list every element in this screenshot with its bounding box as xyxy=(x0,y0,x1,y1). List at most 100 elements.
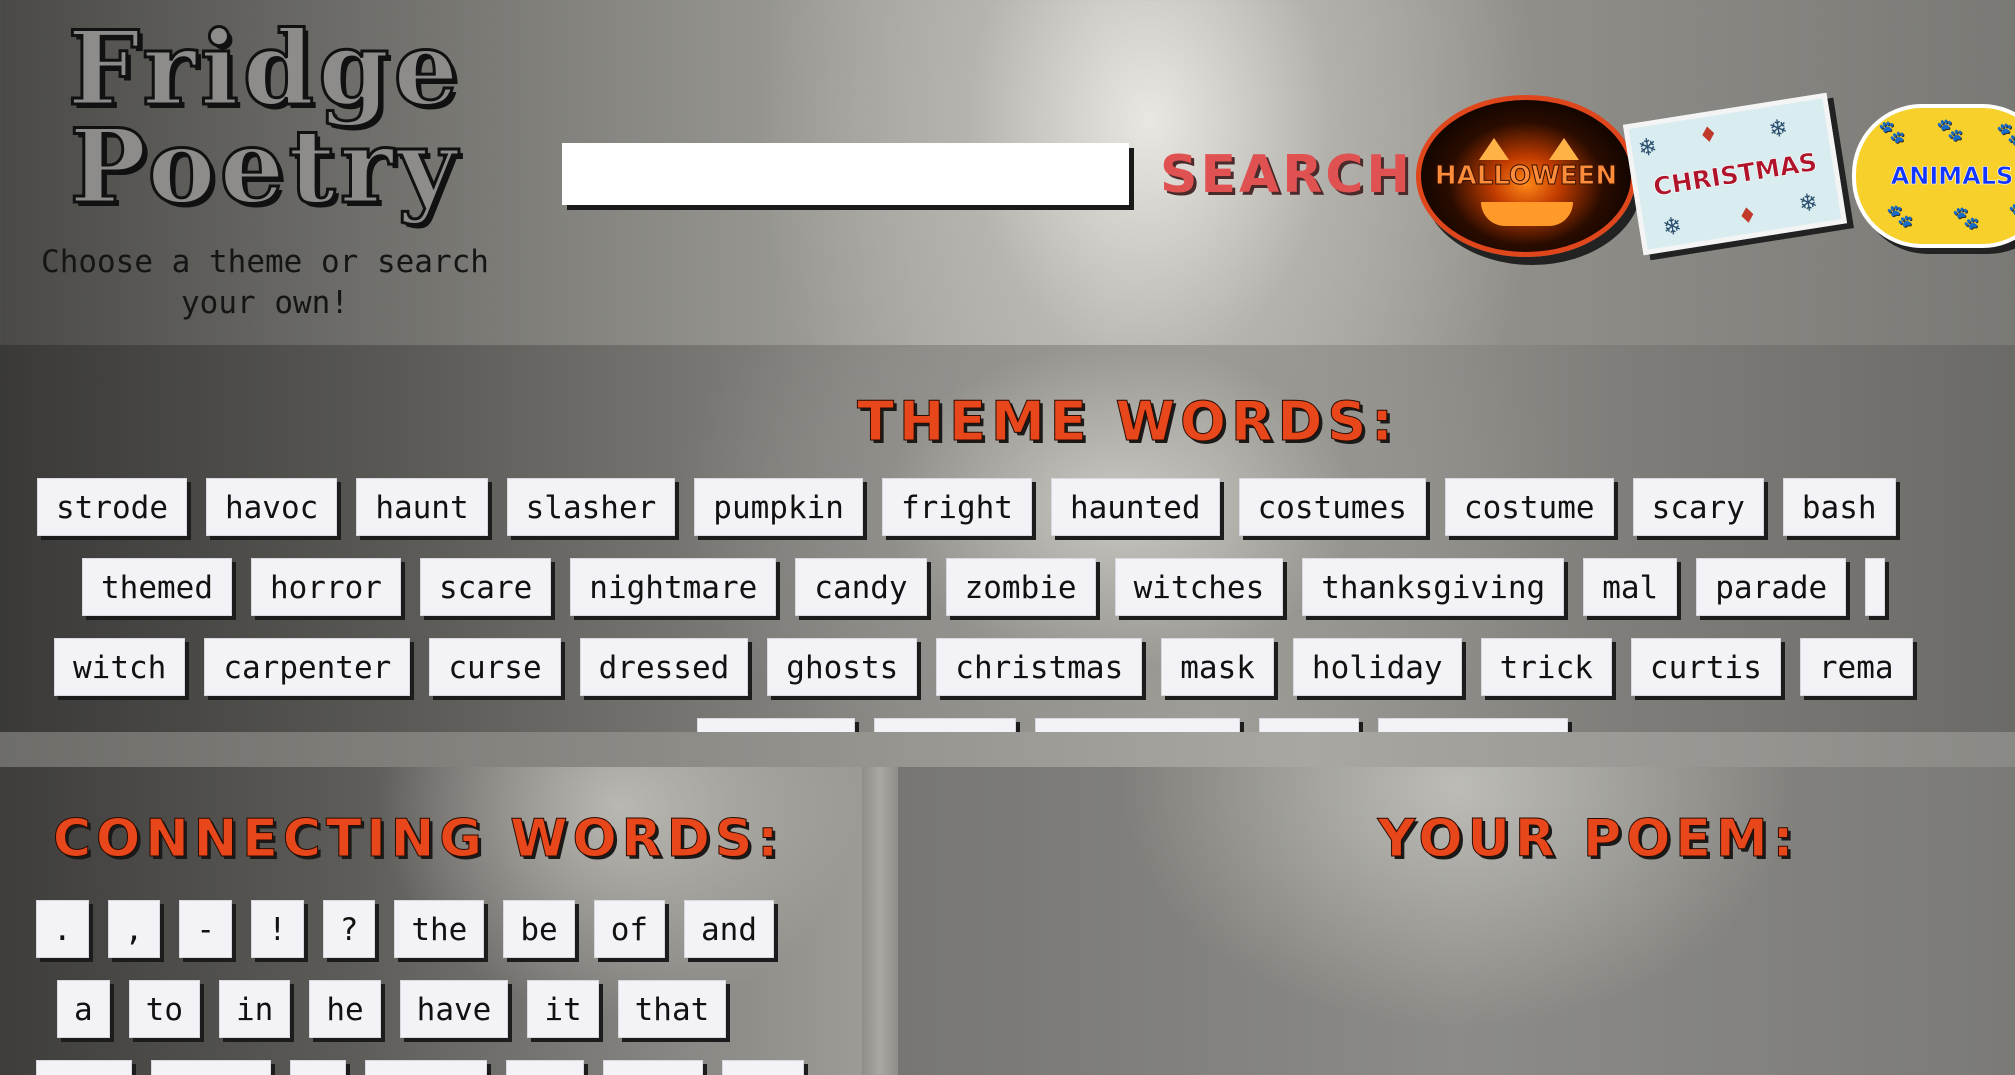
theme-word-tile[interactable]: nightmare xyxy=(570,558,777,616)
tagline: Choose a theme or search your own! xyxy=(5,242,525,324)
theme-word-tile[interactable]: parade xyxy=(1696,558,1847,616)
connecting-word-row: a to in he have it that xyxy=(57,980,745,1038)
theme-word-row-partial xyxy=(697,718,1587,732)
connecting-word-tile-hidden[interactable] xyxy=(365,1060,487,1075)
animal-icon: 🐾 xyxy=(1996,122,2015,147)
connecting-word-tile[interactable]: that xyxy=(617,980,727,1038)
theme-button-halloween[interactable]: HALLOWEEN xyxy=(1416,95,1636,257)
connecting-word-tile-hidden[interactable] xyxy=(506,1060,584,1075)
theme-word-tile[interactable]: thanksgiving xyxy=(1302,558,1565,616)
connecting-word-tile[interactable]: have xyxy=(399,980,509,1038)
theme-word-tile[interactable]: scare xyxy=(419,558,552,616)
connecting-word-tile[interactable]: in xyxy=(219,980,291,1038)
theme-word-tile[interactable]: costume xyxy=(1444,478,1614,536)
theme-word-tile[interactable]: haunt xyxy=(356,478,488,536)
ornament-icon: ♦ xyxy=(1698,119,1719,152)
reindeer-icon: ❄ xyxy=(1768,112,1789,145)
connecting-word-tile-hidden[interactable] xyxy=(603,1060,703,1075)
theme-word-tile[interactable]: pumpkin xyxy=(694,478,863,536)
animal-icon: 🐾 xyxy=(2008,202,2015,227)
connecting-word-tile[interactable]: ? xyxy=(322,900,376,958)
theme-word-tile-cutoff[interactable] xyxy=(1865,558,1886,616)
theme-word-row: themed horror scare nightmare candy zomb… xyxy=(82,558,1904,616)
theme-word-row: strode havoc haunt slasher pumpkin frigh… xyxy=(37,478,1915,536)
connecting-word-tile[interactable]: - xyxy=(179,900,233,958)
theme-button-animals[interactable]: 🐾 🐾 🐾 🐾 🐾 🐾 ANIMALS xyxy=(1852,104,2015,248)
header: Fridge Poetry Choose a theme or search y… xyxy=(0,0,2015,345)
theme-word-tile[interactable]: rema xyxy=(1799,638,1913,696)
theme-word-tile[interactable]: haunted xyxy=(1050,478,1220,536)
search-button[interactable]: SEARCH xyxy=(1160,145,1413,205)
connecting-word-tile[interactable]: it xyxy=(527,980,599,1038)
connecting-word-tile[interactable]: he xyxy=(309,980,381,1038)
connecting-word-row-partial xyxy=(36,1060,823,1075)
theme-word-tile[interactable]: scary xyxy=(1632,478,1764,536)
theme-word-tile[interactable]: dressed xyxy=(579,638,749,696)
connecting-word-tile[interactable]: be xyxy=(503,900,575,958)
connecting-word-tile[interactable]: a xyxy=(57,980,110,1038)
theme-word-tile-hidden[interactable] xyxy=(874,718,1016,732)
theme-word-tile[interactable]: witches xyxy=(1114,558,1284,616)
section-divider xyxy=(0,732,2015,767)
connecting-word-row: . , - ! ? the be of and xyxy=(36,900,793,958)
animal-icon: 🐾 xyxy=(1952,206,1980,231)
connecting-word-tile-hidden[interactable] xyxy=(290,1060,346,1075)
pumpkin-eye-icon xyxy=(1549,138,1579,160)
theme-word-tile[interactable]: christmas xyxy=(936,638,1143,696)
connecting-word-tile-hidden[interactable] xyxy=(151,1060,271,1075)
theme-word-tile[interactable]: horror xyxy=(250,558,401,616)
theme-word-tile[interactable]: curse xyxy=(429,638,561,696)
connecting-word-tile[interactable]: the xyxy=(394,900,485,958)
theme-word-tile[interactable]: carpenter xyxy=(204,638,411,696)
theme-word-tile[interactable]: holiday xyxy=(1292,638,1462,696)
title-line-1: Fridge xyxy=(66,9,463,129)
connecting-words-panel: CONNECTING WORDS: . , - ! ? the be of an… xyxy=(0,767,862,1075)
reindeer-icon: ❄ xyxy=(1798,186,1819,219)
reindeer-icon: ❄ xyxy=(1637,131,1658,164)
animal-icon: 🐾 xyxy=(1936,118,1964,143)
theme-word-tile[interactable]: witch xyxy=(54,638,186,696)
connecting-word-tile[interactable]: and xyxy=(684,900,775,958)
theme-word-tile[interactable]: candy xyxy=(795,558,927,616)
theme-word-tile[interactable]: bash xyxy=(1782,478,1896,536)
theme-word-tile-hidden[interactable] xyxy=(1378,718,1568,732)
search-input[interactable] xyxy=(562,143,1129,205)
theme-word-tile[interactable]: curtis xyxy=(1630,638,1781,696)
tagline-line-2: your own! xyxy=(181,285,349,321)
poem-board[interactable]: YOUR POEM: xyxy=(898,767,2015,1075)
reindeer-icon: ❄ xyxy=(1662,210,1683,243)
tagline-line-1: Choose a theme or search xyxy=(41,244,489,280)
connecting-word-tile[interactable]: ! xyxy=(251,900,304,958)
animal-icon: 🐾 xyxy=(1878,120,1906,145)
title-line-2: Poetry xyxy=(68,107,461,227)
theme-word-tile[interactable]: mal xyxy=(1583,558,1678,616)
theme-word-tile[interactable]: trick xyxy=(1480,638,1612,696)
theme-word-tile[interactable]: ghosts xyxy=(767,638,918,696)
connecting-word-tile[interactable]: to xyxy=(128,980,200,1038)
theme-word-tile-hidden[interactable] xyxy=(1259,718,1359,732)
ornament-icon: ♦ xyxy=(1737,200,1758,233)
connecting-word-tile[interactable]: . xyxy=(36,900,89,958)
panel-gap xyxy=(862,767,898,1075)
theme-word-tile[interactable]: slasher xyxy=(506,478,676,536)
theme-word-tile[interactable]: fright xyxy=(881,478,1032,536)
theme-word-tile-hidden[interactable] xyxy=(1035,718,1240,732)
animal-icon: 🐾 xyxy=(1886,204,1914,229)
your-poem-heading: YOUR POEM: xyxy=(1377,809,1799,870)
theme-word-tile-hidden[interactable] xyxy=(697,718,855,732)
theme-word-tile[interactable]: zombie xyxy=(945,558,1096,616)
connecting-word-tile-hidden[interactable] xyxy=(36,1060,132,1075)
connecting-word-tile-hidden[interactable] xyxy=(722,1060,804,1075)
theme-word-tile[interactable]: mask xyxy=(1161,638,1274,696)
theme-word-tile[interactable]: costumes xyxy=(1238,478,1426,536)
theme-word-tile[interactable]: havoc xyxy=(205,478,338,536)
theme-word-tile[interactable]: strode xyxy=(37,478,187,536)
theme-label-animals: ANIMALS xyxy=(1890,162,2014,191)
theme-word-row: witch carpenter curse dressed ghosts chr… xyxy=(54,638,1932,696)
connecting-word-tile[interactable]: , xyxy=(107,900,161,958)
theme-words-panel: THEME WORDS: strode havoc haunt slasher … xyxy=(0,345,2015,732)
connecting-word-tile[interactable]: of xyxy=(593,900,666,958)
pumpkin-mouth-icon xyxy=(1481,202,1573,226)
theme-button-christmas[interactable]: ❄ ♦ ❄ ❄ ♦ ❄ CHRISTMAS xyxy=(1622,92,1848,256)
theme-word-tile[interactable]: themed xyxy=(82,558,232,616)
